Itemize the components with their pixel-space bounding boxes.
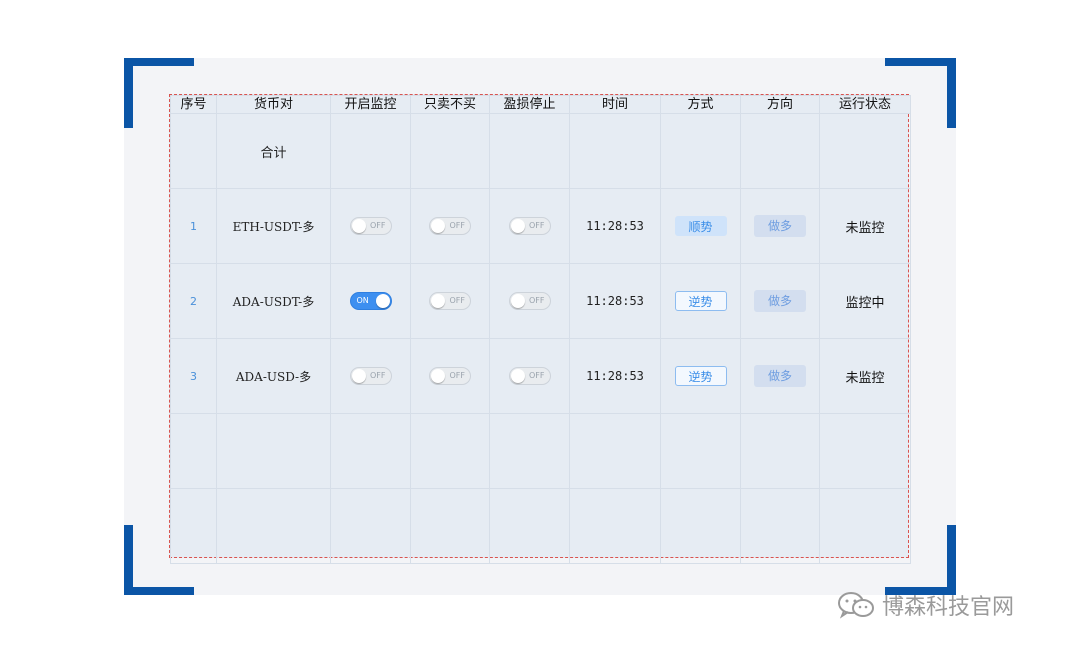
row-time: 11:28:53 [569, 263, 661, 339]
toggle-knob [431, 369, 445, 383]
header-pair: 货币对 [216, 95, 331, 114]
table-header-row: 序号 货币对 开启监控 只卖不买 盈损停止 时间 方式 方向 运行状态 [170, 95, 911, 114]
mode-button[interactable]: 逆势 [674, 291, 727, 311]
monitor-toggle[interactable]: ON [349, 292, 392, 310]
row-index: 2 [170, 263, 217, 339]
toggle-knob [431, 219, 445, 233]
wechat-icon [838, 592, 874, 619]
sell-only-toggle[interactable]: OFF [429, 367, 471, 385]
corner-bracket-top-left-v [124, 58, 133, 128]
direction-button[interactable]: 做多 [754, 365, 806, 387]
row-pair: ETH-USDT-多 [216, 188, 331, 264]
corner-bracket-top-right-h [885, 58, 956, 66]
table-row: 2 ADA-USDT-多 ON OFF OFF 11:28:53 逆势 做多 监… [170, 263, 911, 339]
corner-bracket-bottom-right-v [947, 525, 956, 595]
row-status: 监控中 [819, 263, 911, 339]
mode-button[interactable]: 顺势 [674, 216, 727, 236]
direction-button[interactable]: 做多 [754, 290, 806, 312]
corner-bracket-top-right-v [947, 58, 956, 128]
stop-loss-toggle[interactable]: OFF [508, 367, 551, 385]
monitor-table-container: 序号 货币对 开启监控 只卖不买 盈损停止 时间 方式 方向 运行状态 合计 1 [169, 94, 911, 564]
row-time: 11:28:53 [569, 338, 661, 414]
toggle-knob [510, 294, 525, 308]
toggle-knob [431, 294, 445, 308]
stop-loss-toggle[interactable]: OFF [508, 292, 551, 310]
direction-button[interactable]: 做多 [754, 215, 806, 237]
corner-bracket-bottom-left-h [124, 587, 194, 595]
table-row: 1 ETH-USDT-多 OFF OFF OFF 11:28:53 顺势 做多 … [170, 188, 911, 264]
header-time: 时间 [569, 95, 661, 114]
header-status: 运行状态 [819, 95, 911, 114]
header-index: 序号 [170, 95, 217, 114]
toggle-knob [351, 369, 366, 383]
header-monitor: 开启监控 [330, 95, 411, 114]
row-pair: ADA-USDT-多 [216, 263, 331, 339]
monitor-toggle[interactable]: OFF [349, 367, 392, 385]
toggle-knob [375, 294, 390, 308]
sell-only-toggle[interactable]: OFF [429, 217, 471, 235]
summary-row: 合计 [170, 113, 911, 189]
mode-button[interactable]: 逆势 [674, 366, 727, 386]
row-index: 3 [170, 338, 217, 414]
toggle-knob [510, 369, 525, 383]
toggle-knob [351, 219, 366, 233]
corner-bracket-top-left-h [124, 58, 194, 66]
row-index: 1 [170, 188, 217, 264]
toggle-knob [510, 219, 525, 233]
header-direction: 方向 [740, 95, 820, 114]
watermark: 博森科技官网 [836, 588, 1014, 622]
row-status: 未监控 [819, 188, 911, 264]
monitor-table: 序号 货币对 开启监控 只卖不买 盈损停止 时间 方式 方向 运行状态 合计 1 [170, 95, 911, 564]
empty-row [170, 413, 911, 489]
header-sell-only: 只卖不买 [410, 95, 490, 114]
row-pair: ADA-USD-多 [216, 338, 331, 414]
summary-label: 合计 [216, 113, 331, 189]
stop-loss-toggle[interactable]: OFF [508, 217, 551, 235]
header-stop-loss: 盈损停止 [489, 95, 570, 114]
row-status: 未监控 [819, 338, 911, 414]
row-time: 11:28:53 [569, 188, 661, 264]
corner-bracket-bottom-left-v [124, 525, 133, 595]
empty-row [170, 488, 911, 564]
watermark-text: 博森科技官网 [882, 595, 1015, 620]
sell-only-toggle[interactable]: OFF [429, 292, 471, 310]
monitor-toggle[interactable]: OFF [349, 217, 392, 235]
table-row: 3 ADA-USD-多 OFF OFF OFF 11:28:53 逆势 做多 未… [170, 338, 911, 414]
header-mode: 方式 [660, 95, 741, 114]
